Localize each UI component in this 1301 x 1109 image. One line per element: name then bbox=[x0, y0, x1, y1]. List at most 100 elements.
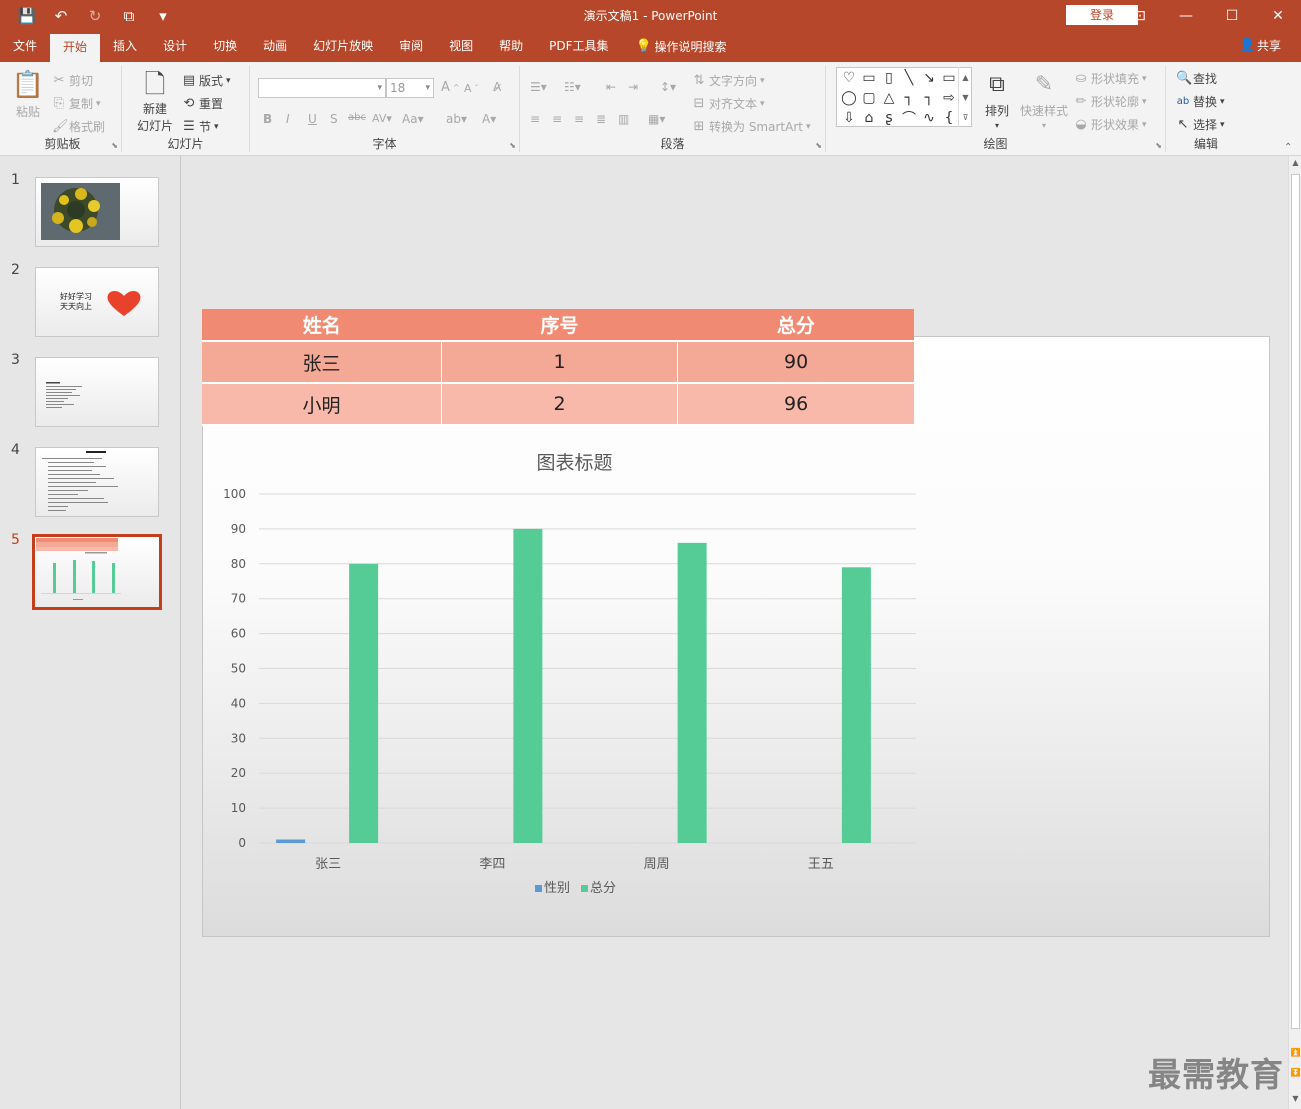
bar-chart[interactable]: 图表标题 0 10 20 30 40 50 60 70 80 90 100 张三 李四 周周 王五性别 总分 bbox=[202, 440, 927, 910]
scroll-down-arrow-icon[interactable]: ▼ bbox=[1289, 1094, 1301, 1103]
table-header-cell[interactable]: 总分 bbox=[677, 309, 914, 342]
numbering-icon[interactable]: ☷▾ bbox=[564, 80, 581, 94]
freeform-shape-icon[interactable]: ⌂ bbox=[859, 108, 879, 128]
slide-thumbnail-3[interactable] bbox=[35, 357, 159, 427]
dialog-launcher-icon[interactable]: ⬊ bbox=[815, 141, 822, 150]
strikethrough-icon[interactable]: abc bbox=[348, 112, 366, 123]
italic-icon[interactable]: I bbox=[286, 112, 290, 126]
table-header-cell[interactable]: 姓名 bbox=[202, 309, 442, 342]
align-center-icon[interactable]: ≡ bbox=[552, 112, 562, 126]
tab-transitions[interactable]: 切换 bbox=[200, 31, 250, 62]
table-cell[interactable]: 2 bbox=[441, 383, 679, 426]
maximize-button[interactable]: ☐ bbox=[1209, 0, 1255, 31]
bullets-icon[interactable]: ☰▾ bbox=[530, 80, 547, 94]
slide-thumbnail-2[interactable]: 好好学习 天天向上 bbox=[35, 267, 159, 337]
text-direction-button[interactable]: ⇅ 文字方向 ▾ bbox=[692, 72, 765, 89]
brace-shape-icon[interactable]: { bbox=[939, 108, 959, 128]
table-cell[interactable]: 1 bbox=[441, 341, 679, 384]
shapes-gallery[interactable]: ♡ ▭ ▯ ╲ ↘ ▭ ◯ ▢ △ ┐ ┐ ⇨ ⇩ ⌂ ʂ ⌒ ∿ { bbox=[836, 67, 972, 127]
highlight-icon[interactable]: ab▾ bbox=[446, 112, 467, 126]
distributed-icon[interactable]: ▥ bbox=[618, 112, 629, 126]
decrease-indent-icon[interactable]: ⇤ bbox=[606, 80, 616, 94]
grow-font-icon[interactable]: A ^ bbox=[441, 80, 460, 95]
table-cell[interactable]: 96 bbox=[677, 383, 914, 426]
format-painter-button[interactable]: 🖌 格式刷 bbox=[52, 118, 105, 135]
copy-button[interactable]: ⎘ 复制 ▾ bbox=[52, 95, 101, 112]
clear-formatting-icon[interactable]: A̷ bbox=[493, 80, 501, 94]
curve-shape-icon[interactable]: ʂ bbox=[879, 108, 899, 128]
select-button[interactable]: ↖ 选择 ▾ bbox=[1176, 116, 1225, 133]
align-text-button[interactable]: ⊟ 对齐文本 ▾ bbox=[692, 95, 765, 112]
vertical-scrollbar[interactable]: ▲ ⏫ ⏬ ▼ bbox=[1288, 156, 1301, 1109]
slide-thumbnail-4[interactable] bbox=[35, 447, 159, 517]
tab-file[interactable]: 文件 bbox=[0, 31, 50, 62]
shape-outline-button[interactable]: ✏ 形状轮廓 ▾ bbox=[1074, 93, 1147, 110]
shrink-font-icon[interactable]: Aˇ bbox=[464, 82, 479, 95]
close-button[interactable]: ✕ bbox=[1255, 0, 1301, 31]
scrollbar-thumb[interactable] bbox=[1291, 174, 1300, 1029]
tab-help[interactable]: 帮助 bbox=[486, 31, 536, 62]
font-name-combo[interactable] bbox=[258, 78, 386, 98]
tab-home[interactable]: 开始 bbox=[50, 31, 101, 62]
right-arrow-shape-icon[interactable]: ⇨ bbox=[939, 88, 959, 108]
oval-shape-icon[interactable]: ◯ bbox=[839, 88, 859, 108]
shapes-gallery-scroll[interactable]: ▲ ▼ ⊽ bbox=[958, 67, 972, 127]
tab-animations[interactable]: 动画 bbox=[250, 31, 300, 62]
share-button[interactable]: 👤 共享 bbox=[1239, 31, 1281, 61]
align-right-icon[interactable]: ≡ bbox=[574, 112, 584, 126]
tab-pdf-tools[interactable]: PDF工具集 bbox=[536, 31, 621, 62]
elbow-connector-shape-icon[interactable]: ┐ bbox=[899, 88, 919, 108]
tab-slideshow[interactable]: 幻灯片放映 bbox=[300, 31, 386, 62]
line-spacing-icon[interactable]: ↕▾ bbox=[660, 80, 676, 94]
tab-insert[interactable]: 插入 bbox=[100, 31, 150, 62]
replace-button[interactable]: ab 替换 ▾ bbox=[1176, 93, 1225, 110]
shape-fill-button[interactable]: ⛀ 形状填充 ▾ bbox=[1074, 70, 1147, 87]
dialog-launcher-icon[interactable]: ⬊ bbox=[1155, 141, 1162, 150]
dialog-launcher-icon[interactable]: ⬊ bbox=[509, 141, 516, 150]
slide-table[interactable]: 姓名 序号 总分 张三 1 90 小明 2 96 bbox=[202, 309, 914, 426]
slide-thumbnail-5[interactable] bbox=[32, 534, 162, 610]
quick-styles-button[interactable]: ✎ 快速样式 ▾ bbox=[1018, 70, 1070, 130]
reset-button[interactable]: ⟲ 重置 bbox=[182, 95, 223, 112]
bold-icon[interactable]: B bbox=[263, 112, 272, 126]
table-cell[interactable]: 90 bbox=[677, 341, 914, 384]
tell-me-search[interactable]: 💡 操作说明搜索 bbox=[622, 31, 727, 62]
textbox-shape-icon[interactable]: ▭ bbox=[859, 68, 879, 88]
slide-thumbnail-1[interactable] bbox=[35, 177, 159, 247]
line-shape-icon[interactable]: ╲ bbox=[899, 68, 919, 88]
triangle-shape-icon[interactable]: △ bbox=[879, 88, 899, 108]
collapse-ribbon-icon[interactable]: ⌃ bbox=[1284, 142, 1292, 153]
wave-shape-icon[interactable]: ∿ bbox=[919, 108, 939, 128]
arrange-button[interactable]: ⧉ 排列 ▾ bbox=[980, 70, 1014, 130]
arc-shape-icon[interactable]: ⌒ bbox=[899, 108, 919, 128]
arrow-line-shape-icon[interactable]: ↘ bbox=[919, 68, 939, 88]
table-cell[interactable]: 小明 bbox=[202, 383, 442, 426]
align-left-icon[interactable]: ≡ bbox=[530, 112, 540, 126]
table-header-cell[interactable]: 序号 bbox=[441, 309, 678, 342]
dialog-launcher-icon[interactable]: ⬊ bbox=[111, 141, 118, 150]
character-spacing-icon[interactable]: AV▾ bbox=[372, 112, 392, 125]
columns-icon[interactable]: ▦▾ bbox=[648, 112, 665, 126]
heart-shape-icon[interactable]: ♡ bbox=[839, 68, 859, 88]
new-slide-button[interactable]: 🗋 新建 幻灯片 bbox=[130, 70, 180, 134]
tab-design[interactable]: 设计 bbox=[150, 31, 200, 62]
change-case-icon[interactable]: Aa▾ bbox=[402, 112, 424, 126]
tab-view[interactable]: 视图 bbox=[436, 31, 486, 62]
scroll-up-icon[interactable]: ▲ bbox=[962, 73, 968, 82]
justify-icon[interactable]: ≣ bbox=[596, 112, 606, 126]
rectangle-shape-icon[interactable]: ▭ bbox=[939, 68, 959, 88]
section-button[interactable]: ☰ 节 ▾ bbox=[182, 118, 218, 135]
shape-effects-button[interactable]: ◒ 形状效果 ▾ bbox=[1074, 116, 1146, 133]
paste-button[interactable]: 📋 粘贴 bbox=[10, 70, 46, 120]
table-cell[interactable]: 张三 bbox=[202, 341, 442, 384]
tab-review[interactable]: 审阅 bbox=[386, 31, 436, 62]
cut-button[interactable]: ✂ 剪切 bbox=[52, 72, 93, 89]
previous-slide-icon[interactable]: ⏫ bbox=[1289, 1048, 1301, 1057]
scroll-up-arrow-icon[interactable]: ▲ bbox=[1289, 158, 1301, 167]
underline-icon[interactable]: U bbox=[308, 112, 317, 126]
next-slide-icon[interactable]: ⏬ bbox=[1289, 1068, 1301, 1077]
scroll-down-icon[interactable]: ▼ bbox=[962, 93, 968, 102]
elbow-arrow-shape-icon[interactable]: ┐ bbox=[919, 88, 939, 108]
ribbon-display-options-icon[interactable]: ⊡ bbox=[1117, 0, 1163, 31]
down-arrow-shape-icon[interactable]: ⇩ bbox=[839, 108, 859, 128]
